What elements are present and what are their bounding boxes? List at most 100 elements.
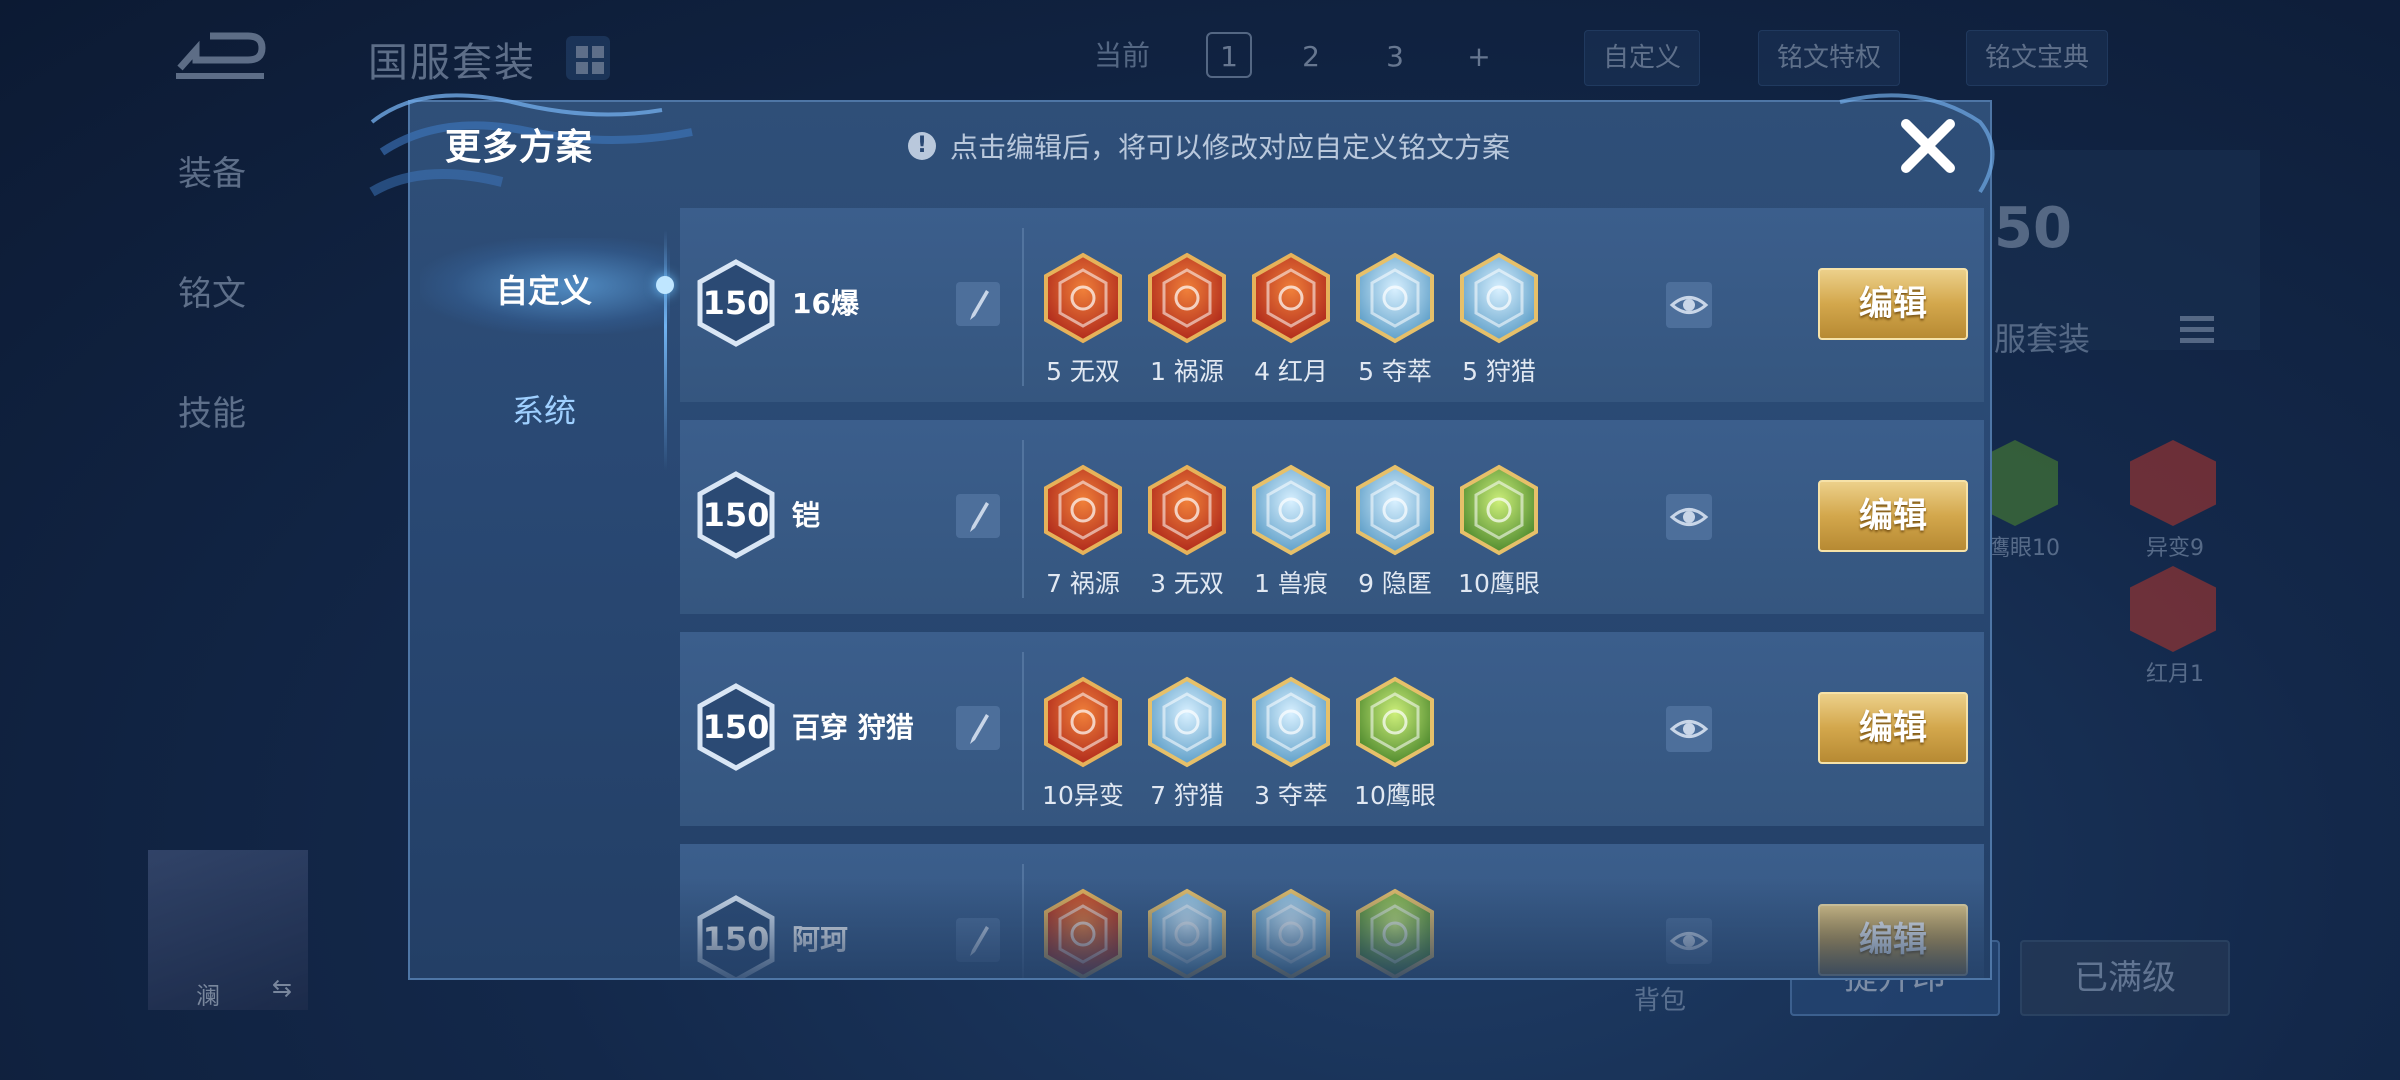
rune-count-label: 5 夺萃 xyxy=(1358,357,1432,386)
plan-row: 150 铠 编辑 7 祸源 3 无双 1 兽痕 9 隐匿 10鹰眼 xyxy=(680,420,1984,614)
level-hex-icon: 150 xyxy=(696,258,776,348)
bg-rune-red xyxy=(2130,440,2216,526)
rune-count-label: 7 祸源 xyxy=(1046,569,1120,598)
rune-count-label: 3 无双 xyxy=(1150,569,1224,598)
red-rune-icon[interactable] xyxy=(1146,464,1228,556)
blue-rune-icon[interactable] xyxy=(1250,676,1332,768)
plan-1-button[interactable]: 1 xyxy=(1206,32,1252,78)
sidebar-divider xyxy=(664,230,667,470)
red-rune-icon[interactable] xyxy=(1042,252,1124,344)
preview-eye-icon[interactable] xyxy=(1666,282,1712,328)
swap-icon[interactable]: ⇆ xyxy=(272,974,292,1002)
privilege-button[interactable]: 铭文特权 xyxy=(1758,30,1901,86)
row-divider xyxy=(1022,440,1024,598)
edit-button[interactable]: 编辑 xyxy=(1818,480,1968,552)
green-rune-icon[interactable] xyxy=(1458,464,1540,556)
edit-button[interactable]: 编辑 xyxy=(1818,268,1968,340)
green-rune-icon[interactable] xyxy=(1354,676,1436,768)
current-plan-label: 当前 xyxy=(1094,39,1151,72)
red-rune-icon[interactable] xyxy=(1250,252,1332,344)
plan-level: 150 xyxy=(702,284,770,322)
rename-icon[interactable] xyxy=(956,918,1000,962)
bg-rune-label: 红月1 xyxy=(2146,662,2204,687)
plan-3-button[interactable]: 3 xyxy=(1372,32,1418,78)
hint-text: 点击编辑后，将可以修改对应自定义铭文方案 xyxy=(950,131,1511,164)
plan-level: 150 xyxy=(702,920,770,958)
plan-level: 150 xyxy=(702,496,770,534)
close-icon[interactable] xyxy=(1896,114,1960,178)
plan-row: 150 阿珂 编辑 xyxy=(680,844,1984,978)
menu-skill[interactable]: 技能 xyxy=(178,386,246,435)
list-icon[interactable] xyxy=(2180,316,2214,350)
preview-eye-icon[interactable] xyxy=(1666,918,1712,964)
edit-button[interactable]: 编辑 xyxy=(1818,692,1968,764)
bg-rune-label: 鹰眼10 xyxy=(1988,536,2060,561)
preview-eye-icon[interactable] xyxy=(1666,706,1712,752)
bg-rune-label: 异变9 xyxy=(2146,536,2204,561)
plan-row: 150 16爆 编辑 5 无双 1 祸源 4 红月 5 夺萃 5 狩猎 xyxy=(680,208,1984,402)
rune-count-label: 1 兽痕 xyxy=(1254,569,1328,598)
rune-count-label: 10异变 xyxy=(1042,781,1124,810)
suit-label: 服套装 xyxy=(1994,320,2091,358)
grid-icon[interactable] xyxy=(566,36,610,80)
rune-count-label: 5 无双 xyxy=(1046,357,1120,386)
suit-title: 国服套装 xyxy=(368,40,536,86)
info-icon: ! xyxy=(908,132,936,160)
level-hex-icon: 150 xyxy=(696,682,776,772)
preview-eye-icon[interactable] xyxy=(1666,494,1712,540)
rename-icon[interactable] xyxy=(956,494,1000,538)
red-rune-icon[interactable] xyxy=(1042,888,1124,978)
plan-list[interactable]: 150 16爆 编辑 5 无双 1 祸源 4 红月 5 夺萃 5 狩猎 150 … xyxy=(680,208,1984,978)
plan-2-button[interactable]: 2 xyxy=(1288,32,1334,78)
dialog-title: 更多方案 xyxy=(445,127,594,168)
tab-system[interactable]: 系统 xyxy=(424,386,664,432)
rune-count-label: 9 隐匿 xyxy=(1358,569,1432,598)
level-badge-bg: 50 xyxy=(1994,196,2072,261)
plan-name: 阿珂 xyxy=(792,923,849,956)
back-icon[interactable] xyxy=(170,28,270,84)
blue-rune-icon[interactable] xyxy=(1458,252,1540,344)
plan-level: 150 xyxy=(702,708,770,746)
bag-label[interactable]: 背包 xyxy=(1634,980,1686,1017)
codex-button[interactable]: 铭文宝典 xyxy=(1966,30,2109,86)
rune-count-label: 7 狩猎 xyxy=(1150,781,1224,810)
rune-count-label: 1 祸源 xyxy=(1150,357,1224,386)
hero-name: 澜 xyxy=(196,982,220,1010)
row-divider xyxy=(1022,652,1024,810)
plan-name: 铠 xyxy=(792,499,821,532)
blue-rune-icon[interactable] xyxy=(1146,888,1228,978)
level-hex-icon: 150 xyxy=(696,470,776,560)
menu-inscription[interactable]: 铭文 xyxy=(178,266,246,315)
green-rune-icon[interactable] xyxy=(1354,888,1436,978)
red-rune-icon[interactable] xyxy=(1042,464,1124,556)
red-rune-icon[interactable] xyxy=(1042,676,1124,768)
blue-rune-icon[interactable] xyxy=(1250,888,1332,978)
blue-rune-icon[interactable] xyxy=(1354,464,1436,556)
rune-count-label: 5 狩猎 xyxy=(1462,357,1536,386)
blue-rune-icon[interactable] xyxy=(1250,464,1332,556)
rename-icon[interactable] xyxy=(956,282,1000,326)
rename-icon[interactable] xyxy=(956,706,1000,750)
bg-rune-red xyxy=(2130,566,2216,652)
edit-button[interactable]: 编辑 xyxy=(1818,904,1968,976)
plan-name: 百穿 狩猎 xyxy=(792,711,914,744)
blue-rune-icon[interactable] xyxy=(1354,252,1436,344)
rune-count-label: 10鹰眼 xyxy=(1458,569,1540,598)
row-divider xyxy=(1022,228,1024,386)
custom-button[interactable]: 自定义 xyxy=(1584,30,1701,86)
plan-name: 16爆 xyxy=(792,287,859,320)
hint-bar: ! 点击编辑后，将可以修改对应自定义铭文方案 xyxy=(908,126,1510,166)
rune-count-label: 10鹰眼 xyxy=(1354,781,1436,810)
row-divider xyxy=(1022,864,1024,978)
red-rune-icon[interactable] xyxy=(1146,252,1228,344)
active-indicator-dot xyxy=(656,276,674,294)
blue-rune-icon[interactable] xyxy=(1146,676,1228,768)
rune-count-label: 3 夺萃 xyxy=(1254,781,1328,810)
tab-custom[interactable]: 自定义 xyxy=(424,266,664,312)
rune-count-label: 4 红月 xyxy=(1254,357,1328,386)
level-hex-icon: 150 xyxy=(696,894,776,978)
maxed-button[interactable]: 已满级 xyxy=(2020,940,2230,1016)
menu-equipment[interactable]: 装备 xyxy=(178,146,246,195)
plan-row: 150 百穿 狩猎 编辑 10异变 7 狩猎 3 夺萃 10鹰眼 xyxy=(680,632,1984,826)
add-plan-button[interactable]: + xyxy=(1456,32,1502,78)
